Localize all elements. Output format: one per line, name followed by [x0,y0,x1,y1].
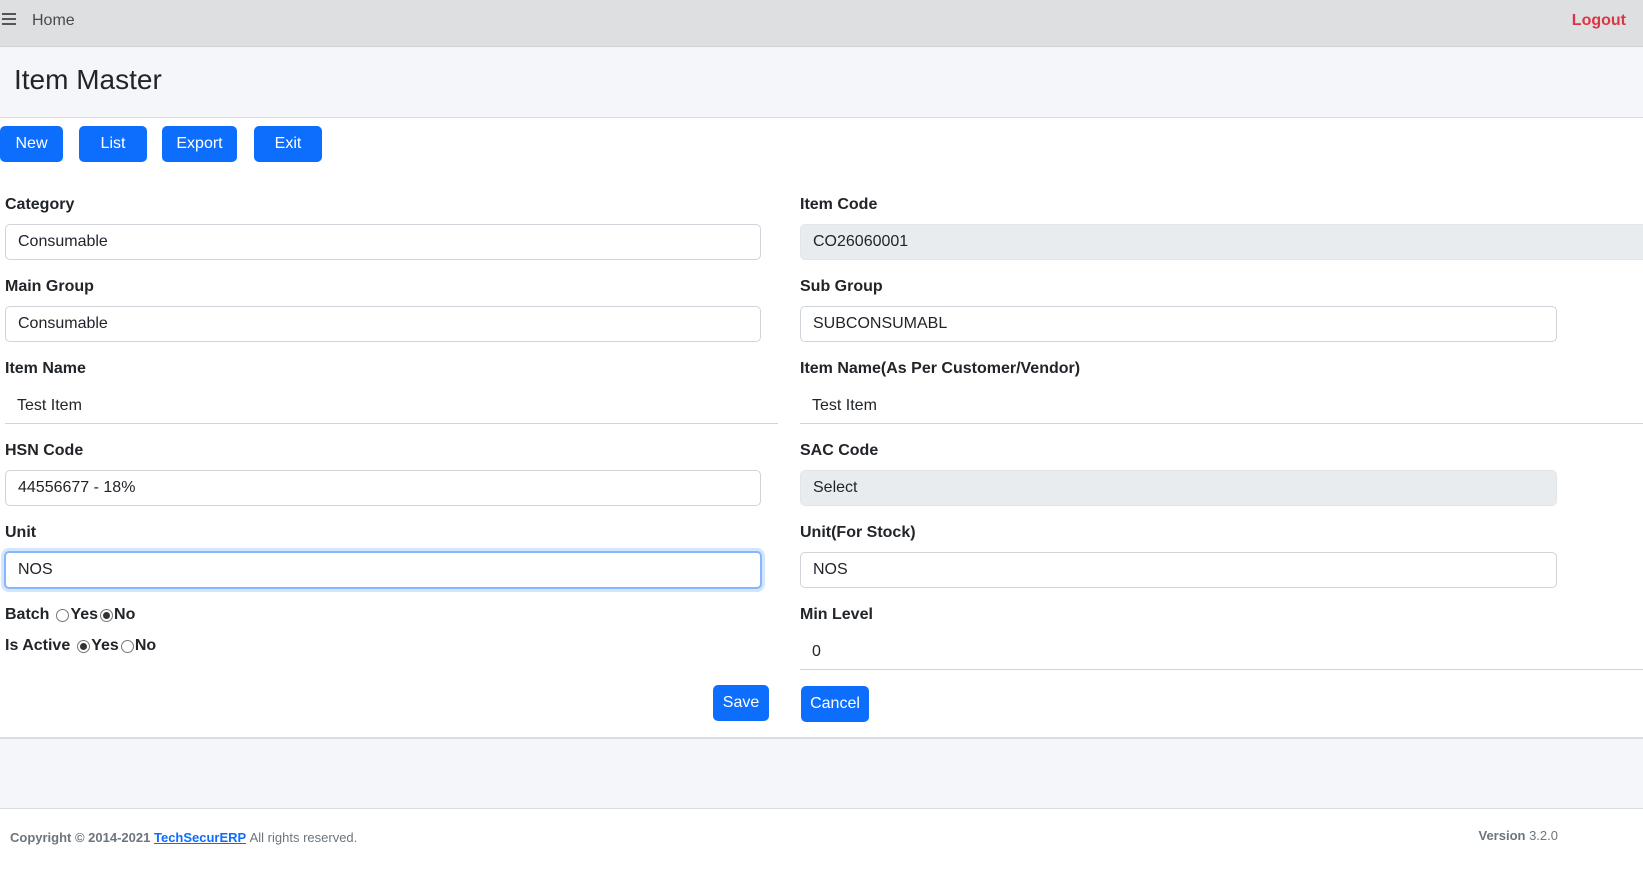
is-active-no-radio[interactable] [120,639,134,653]
batch-yes-label: Yes [70,606,99,623]
top-navbar: Home Logout [0,0,1643,47]
unit-select[interactable]: NOS [4,551,762,589]
is-active-no-label: No [134,637,157,654]
sac-code-label: SAC Code [800,442,879,459]
min-level-label: Min Level [800,606,873,623]
version-info: Version 3.2.0 [1478,828,1558,843]
category-label: Category [5,196,75,213]
unit-label: Unit [5,524,37,541]
copyright-prefix: Copyright © 2014-2021 [10,830,151,845]
item-name-customer-label: Item Name(As Per Customer/Vendor) [800,360,1081,377]
sub-group-value: SUBCONSUMABL [813,315,948,332]
is-active-label: Is Active [5,637,71,654]
unit-stock-select[interactable]: NOS [800,552,1557,588]
item-name-customer-value: Test Item [812,396,877,414]
page-title: Item Master [14,64,162,95]
sub-group-label: Sub Group [800,278,883,295]
home-link[interactable]: Home [32,12,75,30]
brand-link[interactable]: TechSecurERP [154,830,246,845]
hamburger-menu-icon[interactable] [2,13,16,26]
item-name-input[interactable]: Test Item [5,388,778,424]
is-active-yes-label: Yes [91,637,119,654]
batch-radio-group: Batch Yes No [5,606,137,624]
is-active-yes-radio[interactable] [77,639,91,653]
batch-label: Batch [5,606,50,623]
is-active-radio-group: Is Active Yes No [5,637,158,655]
page-header: Item Master [0,47,1643,118]
unit-stock-value: NOS [813,561,848,578]
batch-no-radio[interactable] [100,608,114,622]
min-level-value: 0 [812,642,821,660]
hsn-code-label: HSN Code [5,442,84,459]
sub-group-select[interactable]: SUBCONSUMABL [800,306,1557,342]
copyright-text: Copyright © 2014-2021 TechSecurERP All r… [10,830,357,845]
unit-value: NOS [18,561,53,578]
item-name-customer-input[interactable]: Test Item [800,388,1643,424]
item-name-label: Item Name [5,360,86,377]
item-code-field: CO26060001 [800,224,1643,260]
version-label: Version [1478,828,1526,843]
category-select[interactable]: Consumable [5,224,761,260]
item-code-label: Item Code [800,196,878,213]
version-value: 3.2.0 [1529,828,1558,843]
category-value: Consumable [18,233,108,250]
unit-stock-label: Unit(For Stock) [800,524,916,541]
main-group-value: Consumable [18,315,108,332]
batch-no-label: No [114,606,136,623]
content-spacer-band [0,739,1643,809]
cancel-button[interactable]: Cancel [801,686,869,722]
batch-yes-radio[interactable] [56,608,70,622]
min-level-input[interactable]: 0 [800,634,1643,670]
item-master-form-card: New List Export Exit Category Consumable… [0,118,1643,739]
exit-button[interactable]: Exit [254,126,322,162]
item-name-value: Test Item [17,396,82,414]
hsn-code-select[interactable]: 44556677 - 18% [5,470,761,506]
footer: Copyright © 2014-2021 TechSecurERP All r… [0,809,1643,885]
new-button[interactable]: New [0,126,63,162]
save-button[interactable]: Save [713,685,769,721]
main-group-label: Main Group [5,278,94,295]
sac-code-select[interactable]: Select [800,470,1557,506]
list-button[interactable]: List [79,126,147,162]
rights-text: All rights reserved. [249,830,358,845]
sac-code-value: Select [813,479,858,496]
hsn-code-value: 44556677 - 18% [18,479,136,496]
export-button[interactable]: Export [162,126,237,162]
logout-link[interactable]: Logout [1572,12,1626,30]
main-group-select[interactable]: Consumable [5,306,761,342]
item-code-value: CO26060001 [813,233,909,250]
